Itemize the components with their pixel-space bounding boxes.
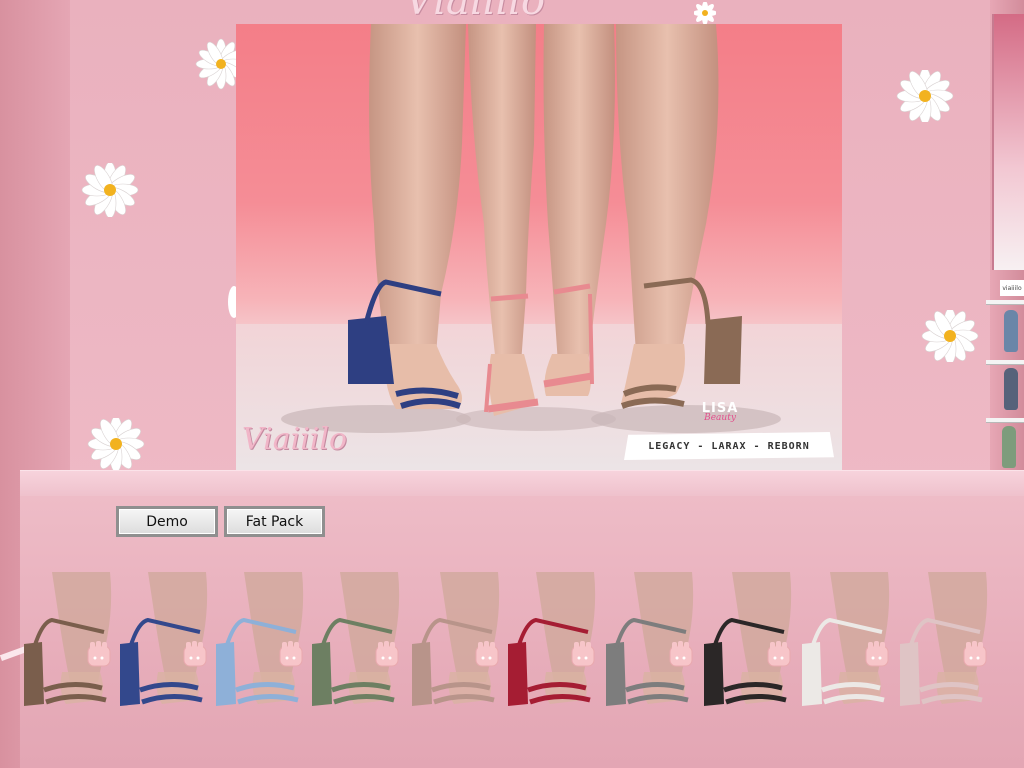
- color-vendor-black[interactable]: [702, 572, 798, 712]
- store-brand-sign: Viaiiilo: [405, 0, 546, 24]
- hand-cursor-icon: [865, 641, 889, 667]
- shelf-product[interactable]: [1004, 310, 1018, 352]
- hand-cursor-icon: [375, 641, 399, 667]
- side-sign: viaiiilo: [1000, 280, 1024, 296]
- poster-brand-logo: Viaiiilo: [242, 422, 348, 457]
- poster-legs-illustration: [281, 24, 781, 433]
- display-shelf: [986, 360, 1024, 365]
- hand-cursor-icon: [87, 641, 111, 667]
- sandal-swatch-image: [216, 572, 304, 706]
- sandal-swatch-image: [508, 572, 596, 706]
- display-shelf: [986, 300, 1024, 305]
- product-poster: Viaiiilo LISA Beauty LEGACY - LARAX - RE…: [236, 24, 842, 470]
- demo-button[interactable]: Demo: [116, 506, 218, 537]
- sandal-swatch-image: [606, 572, 694, 706]
- hand-cursor-icon: [767, 641, 791, 667]
- daisy-decoration: [87, 418, 145, 470]
- color-vendor-olive[interactable]: [310, 572, 406, 712]
- daisy-decoration: [896, 70, 954, 122]
- hand-cursor-icon: [183, 641, 207, 667]
- hand-cursor-icon: [475, 641, 499, 667]
- color-vendor-brown[interactable]: [22, 572, 118, 712]
- lisa-logo: LISA Beauty: [696, 401, 744, 423]
- sandal-swatch-image: [900, 572, 988, 706]
- sandal-swatch-image: [312, 572, 400, 706]
- fat-pack-button[interactable]: Fat Pack: [224, 506, 325, 537]
- shelf-product[interactable]: [1004, 368, 1018, 410]
- sandal-swatch-image: [412, 572, 500, 706]
- color-vendor-pale-pink[interactable]: [898, 572, 994, 712]
- counter-top: [20, 470, 1024, 498]
- color-vendor-grey[interactable]: [604, 572, 700, 712]
- hand-cursor-icon: [571, 641, 595, 667]
- color-vendor-nude[interactable]: [410, 572, 506, 712]
- compatible-bodies-banner: LEGACY - LARAX - REBORN: [624, 432, 834, 460]
- sandal-swatch-image: [24, 572, 112, 706]
- daisy-decoration: [921, 310, 979, 362]
- display-shelf: [986, 418, 1024, 423]
- daisy-decoration: [694, 2, 716, 24]
- hand-cursor-icon: [963, 641, 987, 667]
- hand-cursor-icon: [669, 641, 693, 667]
- color-vendor-white[interactable]: [800, 572, 896, 712]
- sandal-swatch-image: [802, 572, 890, 706]
- hand-cursor-icon: [279, 641, 303, 667]
- daisy-decoration: [81, 163, 139, 217]
- color-vendor-baby-blue[interactable]: [214, 572, 310, 712]
- shelf-product[interactable]: [1002, 426, 1016, 468]
- sandal-swatch-image: [120, 572, 208, 706]
- sandal-swatch-image: [704, 572, 792, 706]
- side-ad-poster[interactable]: [992, 14, 1024, 270]
- color-vendor-red[interactable]: [506, 572, 602, 712]
- daisy-decoration: [228, 286, 238, 318]
- color-vendor-navy[interactable]: [118, 572, 214, 712]
